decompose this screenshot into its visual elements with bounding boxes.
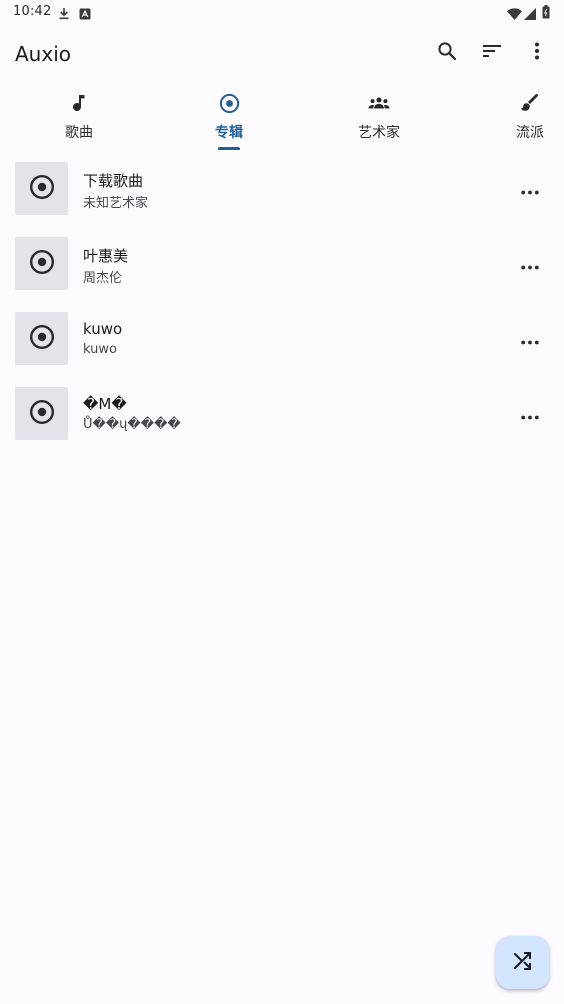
app-title: Auxio (15, 42, 71, 66)
app-screen: 10:42 Auxio 歌曲 专辑 艺术家 流派 下载歌曲 未知艺术家 叶惠美 … (0, 0, 564, 1004)
album-more-button[interactable] (514, 323, 546, 355)
tab-artists[interactable]: 艺术家 (319, 84, 439, 152)
tab-label: 流派 (516, 125, 544, 141)
album-icon (29, 174, 55, 204)
album-list: 下载歌曲 未知艺术家 叶惠美 周杰伦 kuwo kuwo �M� Ů��ų���… (0, 159, 564, 459)
music-note-icon (68, 92, 90, 114)
more-horiz-icon (521, 330, 539, 349)
tab-genres[interactable]: 流派 (470, 84, 564, 152)
shuffle-fab[interactable] (496, 936, 549, 989)
notification-icon (79, 5, 91, 24)
tab-label: 艺术家 (358, 125, 400, 141)
genre-brush-icon (519, 92, 541, 114)
library-tabs: 歌曲 专辑 艺术家 流派 (0, 84, 564, 152)
cell-signal-icon (524, 5, 536, 24)
album-name: �M� (83, 395, 127, 413)
album-more-button[interactable] (514, 248, 546, 280)
tab-songs[interactable]: 歌曲 (19, 84, 139, 152)
shuffle-icon (513, 951, 533, 975)
album-more-button[interactable] (514, 173, 546, 205)
status-bar: 10:42 (0, 0, 564, 24)
more-horiz-icon (521, 255, 539, 274)
tab-label: 专辑 (215, 125, 243, 141)
album-list-item[interactable]: 叶惠美 周杰伦 (0, 234, 564, 309)
active-tab-indicator (218, 147, 240, 150)
album-name: 叶惠美 (83, 247, 129, 265)
album-list-item[interactable]: �M� Ů��ų���� (0, 384, 564, 459)
sort-icon (482, 43, 502, 63)
album-more-button[interactable] (514, 398, 546, 430)
album-cover (15, 312, 68, 365)
tab-label: 歌曲 (65, 125, 93, 141)
album-icon (29, 399, 55, 429)
search-button[interactable] (432, 38, 462, 68)
status-time: 10:42 (13, 4, 52, 19)
album-list-item[interactable]: 下载歌曲 未知艺术家 (0, 159, 564, 234)
album-list-item[interactable]: kuwo kuwo (0, 309, 564, 384)
album-icon (29, 249, 55, 279)
battery-icon (542, 4, 550, 23)
album-icon (29, 324, 55, 354)
wifi-icon (507, 5, 522, 24)
artist-group-icon (368, 92, 390, 114)
more-vert-icon (534, 42, 540, 64)
search-icon (437, 41, 457, 65)
album-cover (15, 237, 68, 290)
album-artist: 周杰伦 (83, 271, 123, 286)
album-artist: Ů��ų���� (83, 417, 181, 432)
sort-button[interactable] (477, 38, 507, 68)
download-icon (58, 5, 70, 24)
more-horiz-icon (521, 180, 539, 199)
album-name: 下载歌曲 (83, 172, 144, 190)
album-cover (15, 387, 68, 440)
album-artist: kuwo (83, 342, 117, 357)
tab-albums[interactable]: 专辑 (169, 84, 289, 152)
album-icon (218, 92, 240, 114)
overflow-menu-button[interactable] (522, 38, 552, 68)
album-cover (15, 162, 68, 215)
album-artist: 未知艺术家 (83, 196, 149, 211)
album-name: kuwo (83, 320, 123, 338)
more-horiz-icon (521, 405, 539, 424)
